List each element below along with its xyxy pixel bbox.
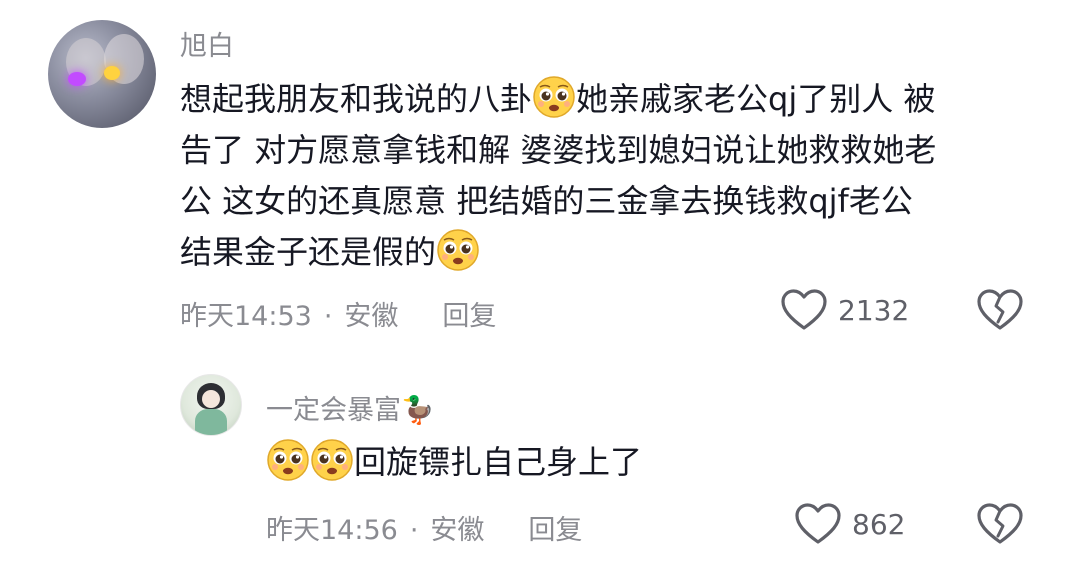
- avatar-illustration-face: [202, 390, 220, 408]
- dislike-button[interactable]: [976, 502, 1024, 550]
- comment-text-part: 结果金子还是假的: [180, 233, 437, 271]
- comment-text: 想起我朋友和我说的八卦 她亲戚家老公qj了别人 被 告了 对方愿意拿钱和解 婆婆找…: [180, 74, 1050, 278]
- comment-location: 安徽: [430, 515, 485, 546]
- reply-text: 回旋镖扎自己身上了: [266, 437, 642, 488]
- meta-separator: ·: [323, 301, 333, 332]
- heart-icon: [781, 289, 827, 330]
- comment-text-part: 她亲戚家老公qj了别人 被: [576, 80, 936, 118]
- reply-button[interactable]: 回复: [442, 301, 496, 332]
- comment-line-2: 告了 对方愿意拿钱和解 婆婆找到媳妇说让她救救她老: [180, 131, 937, 169]
- comment-location: 安徽: [344, 301, 399, 332]
- reply-username[interactable]: 一定会暴富🦆: [266, 388, 435, 427]
- like-button[interactable]: 2132: [780, 288, 909, 332]
- pleading-face-emoji-icon: [266, 438, 310, 482]
- like-count: 2132: [838, 293, 910, 327]
- broken-heart-icon: [977, 503, 1023, 544]
- reply-avatar[interactable]: [180, 374, 242, 436]
- comment-time: 昨天14:56: [266, 515, 398, 546]
- comment-line-1: 想起我朋友和我说的八卦 她亲戚家老公qj了别人 被: [180, 74, 1050, 125]
- comment-line-3: 公 这女的还真愿意 把结婚的三金拿去换钱救qjf老公: [180, 182, 913, 220]
- meta-separator: ·: [409, 515, 419, 546]
- avatar-illustration-body: [195, 409, 227, 435]
- comment-line-4: 结果金子还是假的: [180, 227, 1050, 278]
- broken-heart-icon: [977, 289, 1023, 330]
- pleading-face-emoji-icon: [532, 75, 576, 119]
- heart-icon: [795, 503, 841, 544]
- comment-meta: 昨天14:53 · 安徽 回复: [180, 294, 496, 333]
- like-button[interactable]: 862: [794, 502, 905, 546]
- avatar-photo-light: [68, 72, 86, 86]
- pleading-face-emoji-icon: [310, 438, 354, 482]
- reply-button[interactable]: 回复: [528, 515, 582, 546]
- comment-time: 昨天14:53: [180, 301, 312, 332]
- comment-text-part: 想起我朋友和我说的八卦: [180, 80, 533, 118]
- avatar-photo-light: [104, 66, 120, 80]
- like-count: 862: [852, 507, 906, 541]
- pleading-face-emoji-icon: [436, 228, 480, 272]
- comment-username[interactable]: 旭白: [180, 24, 234, 63]
- dislike-button[interactable]: [976, 288, 1024, 336]
- avatar[interactable]: [48, 20, 156, 128]
- reply-meta: 昨天14:56 · 安徽 回复: [266, 508, 582, 547]
- reply-text-content: 回旋镖扎自己身上了: [354, 443, 643, 481]
